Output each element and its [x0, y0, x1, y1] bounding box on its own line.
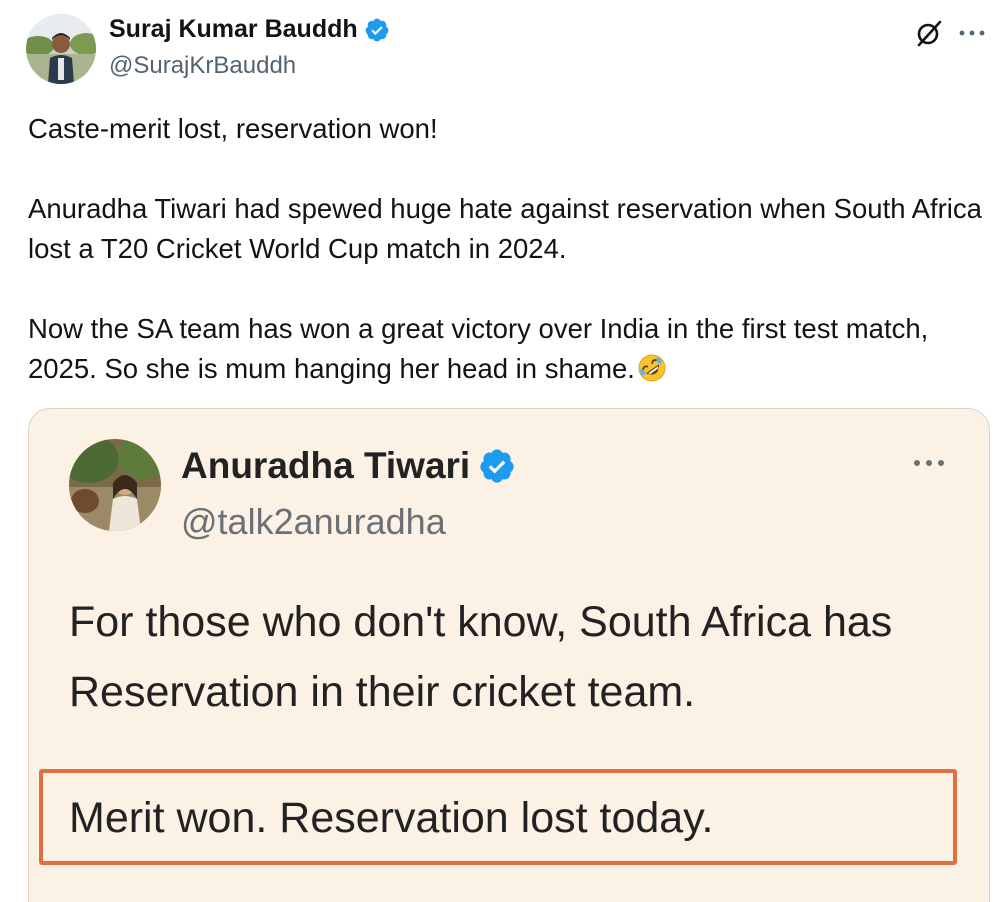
- tweet-text-paragraph-2: Anuradha Tiwari had spewed huge hate aga…: [28, 193, 982, 264]
- quoted-author-avatar[interactable]: [69, 439, 161, 531]
- tweet: Suraj Kumar Bauddh @SurajKrBauddh Caste-…: [0, 0, 1008, 902]
- quoted-author-name[interactable]: Anuradha Tiwari: [181, 445, 470, 487]
- rolling-on-floor-laughing-emoji-icon: [637, 353, 667, 383]
- tweet-text: Caste-merit lost, reservation won! Anura…: [28, 109, 988, 389]
- quoted-author-handle[interactable]: @talk2anuradha: [181, 501, 446, 543]
- quoted-tweet-text-body: For those who don't know, South Africa h…: [69, 598, 893, 716]
- tweet-text-line-1: Caste-merit lost, reservation won!: [28, 113, 438, 144]
- quoted-highlighted-text: Merit won. Reservation lost today.: [69, 794, 714, 842]
- author-name[interactable]: Suraj Kumar Bauddh: [109, 15, 358, 44]
- quoted-tweet-text: For those who don't know, South Africa h…: [69, 587, 949, 727]
- quoted-verified-badge-icon: [478, 447, 516, 485]
- author-name-row: Suraj Kumar Bauddh: [109, 15, 390, 44]
- grok-icon[interactable]: [914, 18, 944, 48]
- tweet-text-paragraph-3: Now the SA team has won a great victory …: [28, 309, 988, 389]
- quoted-more-options-icon[interactable]: [909, 451, 949, 475]
- author-avatar[interactable]: [26, 14, 96, 84]
- quoted-author-name-row: Anuradha Tiwari: [181, 445, 516, 487]
- author-handle[interactable]: @SurajKrBauddh: [109, 52, 296, 80]
- quoted-tweet-card[interactable]: Anuradha Tiwari @talk2anuradha For those…: [28, 408, 990, 902]
- more-options-icon[interactable]: [956, 20, 988, 46]
- verified-badge-icon: [364, 17, 390, 43]
- tweet-text-paragraph-3-text: Now the SA team has won a great victory …: [28, 313, 929, 384]
